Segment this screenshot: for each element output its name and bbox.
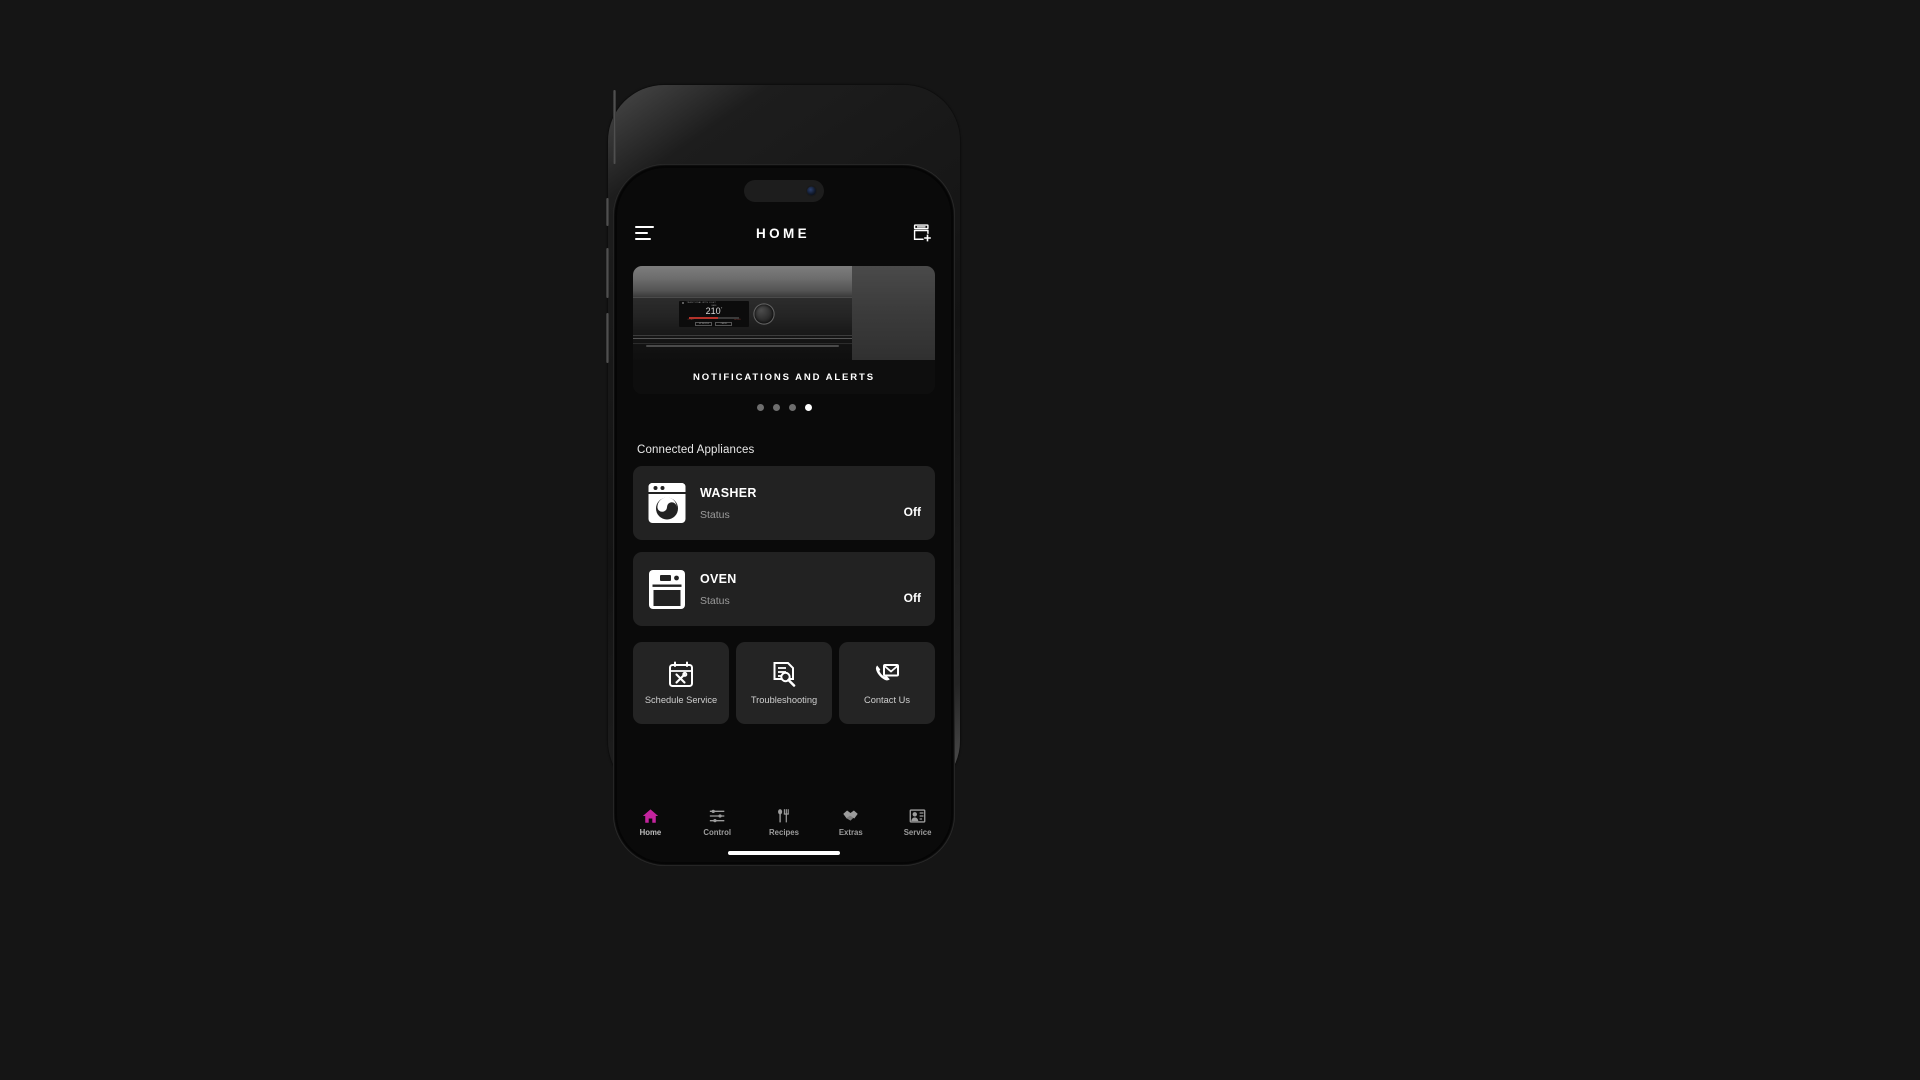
carousel-dot-2[interactable] xyxy=(772,404,780,411)
hero-image-side-panel xyxy=(851,266,935,360)
oven-door-handle xyxy=(646,345,839,347)
carousel-dot-3[interactable] xyxy=(788,404,796,411)
oven-upper-panel xyxy=(633,266,852,298)
page-title: HOME xyxy=(755,225,811,241)
calendar-tools-icon xyxy=(669,661,693,687)
quick-action-label: Troubleshooting xyxy=(750,695,818,705)
carousel-pagination-dots xyxy=(617,404,951,411)
spoon-fork-icon xyxy=(775,808,792,824)
nav-label: Extras xyxy=(838,828,863,837)
phone-screen: HOME TRADITIONAL WITH LIGHT BAKE 210° CL… xyxy=(617,168,951,862)
front-camera-icon xyxy=(807,186,816,196)
quick-action-label: Schedule Service xyxy=(644,695,718,705)
carousel-dot-4[interactable] xyxy=(804,404,812,411)
person-card-icon xyxy=(909,808,926,824)
oven-door-seam xyxy=(633,342,852,344)
appliance-meta: WASHER Status Off xyxy=(700,486,921,521)
appliance-name: OVEN xyxy=(700,571,737,586)
appliance-status-row: Status Off xyxy=(700,591,921,607)
nav-item-service[interactable]: Service xyxy=(884,808,951,837)
screenshot-canvas: HOME TRADITIONAL WITH LIGHT BAKE 210° CL… xyxy=(0,0,1920,1080)
carousel-dot-1[interactable] xyxy=(756,404,764,411)
hamburger-line xyxy=(635,238,651,240)
notifications-carousel-card[interactable]: TRADITIONAL WITH LIGHT BAKE 210° CLEAN 2… xyxy=(633,266,935,394)
nav-item-recipes[interactable]: Recipes xyxy=(751,808,818,837)
washer-icon xyxy=(648,483,686,523)
oven-display-indicator-icon xyxy=(682,302,685,305)
volume-down-button[interactable] xyxy=(606,313,609,363)
add-appliance-icon[interactable] xyxy=(912,223,933,243)
oven-display-progress-bar xyxy=(688,317,740,319)
nav-item-home[interactable]: Home xyxy=(617,808,684,837)
carousel-caption: NOTIFICATIONS AND ALERTS xyxy=(633,360,935,394)
document-wrench-icon xyxy=(773,662,796,687)
oven-control-panel: TRADITIONAL WITH LIGHT BAKE 210° CLEAN 2… xyxy=(633,297,852,331)
phone-device-frame: HOME TRADITIONAL WITH LIGHT BAKE 210° CL… xyxy=(606,85,960,866)
oven-display-temperature: 210° xyxy=(705,305,723,316)
phone-envelope-icon xyxy=(875,664,899,681)
oven-control-knob xyxy=(754,304,774,324)
oven-display-button-right: CANCEL xyxy=(715,322,733,326)
appliance-status-label: Status xyxy=(700,508,730,521)
dynamic-island xyxy=(744,180,824,202)
quick-action-label: Contact Us xyxy=(864,695,910,705)
quick-action-schedule-service[interactable]: Schedule Service xyxy=(633,642,729,724)
quick-action-troubleshooting[interactable]: Troubleshooting xyxy=(736,642,832,724)
appliance-name: WASHER xyxy=(700,485,757,500)
nav-label: Control xyxy=(703,828,732,837)
quick-actions-row: Schedule Service Troubleshooting Contact… xyxy=(633,642,935,724)
home-indicator[interactable] xyxy=(728,851,840,855)
appliance-status-value: Off xyxy=(903,504,921,519)
hero-appliance-image: TRADITIONAL WITH LIGHT BAKE 210° CLEAN 2… xyxy=(633,266,935,360)
appliance-card-washer[interactable]: WASHER Status Off xyxy=(633,466,935,540)
nav-item-control[interactable]: Control xyxy=(684,808,751,837)
oven-display-progress-labels: CLEAN 240 MIN xyxy=(687,318,741,321)
hamburger-line xyxy=(635,226,654,228)
oven-display-screen: TRADITIONAL WITH LIGHT BAKE 210° CLEAN 2… xyxy=(678,301,750,327)
house-icon xyxy=(642,808,659,824)
oven-product-photo: TRADITIONAL WITH LIGHT BAKE 210° CLEAN 2… xyxy=(633,266,852,360)
nav-item-extras[interactable]: Extras xyxy=(817,808,884,837)
mute-switch[interactable] xyxy=(606,198,609,226)
appliance-status-row: Status Off xyxy=(700,505,921,521)
oven-door xyxy=(633,330,852,360)
nav-label: Recipes xyxy=(769,828,799,837)
oven-door-seam xyxy=(633,338,852,340)
appliance-meta: OVEN Status Off xyxy=(700,572,921,607)
oven-door-seam xyxy=(633,334,852,336)
oven-icon xyxy=(649,570,685,609)
handshake-icon xyxy=(842,808,859,824)
volume-up-button[interactable] xyxy=(606,248,609,298)
oven-display-buttons: MY RECIPES CANCEL xyxy=(695,322,733,326)
connected-appliances-label: Connected Appliances xyxy=(637,444,755,456)
appliance-status-label: Status xyxy=(700,594,730,607)
appliance-card-oven[interactable]: OVEN Status Off xyxy=(633,552,935,626)
sliders-icon xyxy=(709,808,726,824)
hamburger-menu-icon[interactable] xyxy=(635,226,654,240)
appliance-status-value: Off xyxy=(903,590,921,605)
nav-label: Service xyxy=(903,828,932,837)
oven-display-button-left: MY RECIPES xyxy=(695,322,713,326)
phone-bezel: HOME TRADITIONAL WITH LIGHT BAKE 210° CL… xyxy=(613,164,955,866)
nav-label: Home xyxy=(639,828,662,837)
app-header: HOME xyxy=(617,216,951,250)
power-button[interactable] xyxy=(613,90,616,164)
hamburger-line xyxy=(635,232,648,234)
quick-action-contact-us[interactable]: Contact Us xyxy=(839,642,935,724)
